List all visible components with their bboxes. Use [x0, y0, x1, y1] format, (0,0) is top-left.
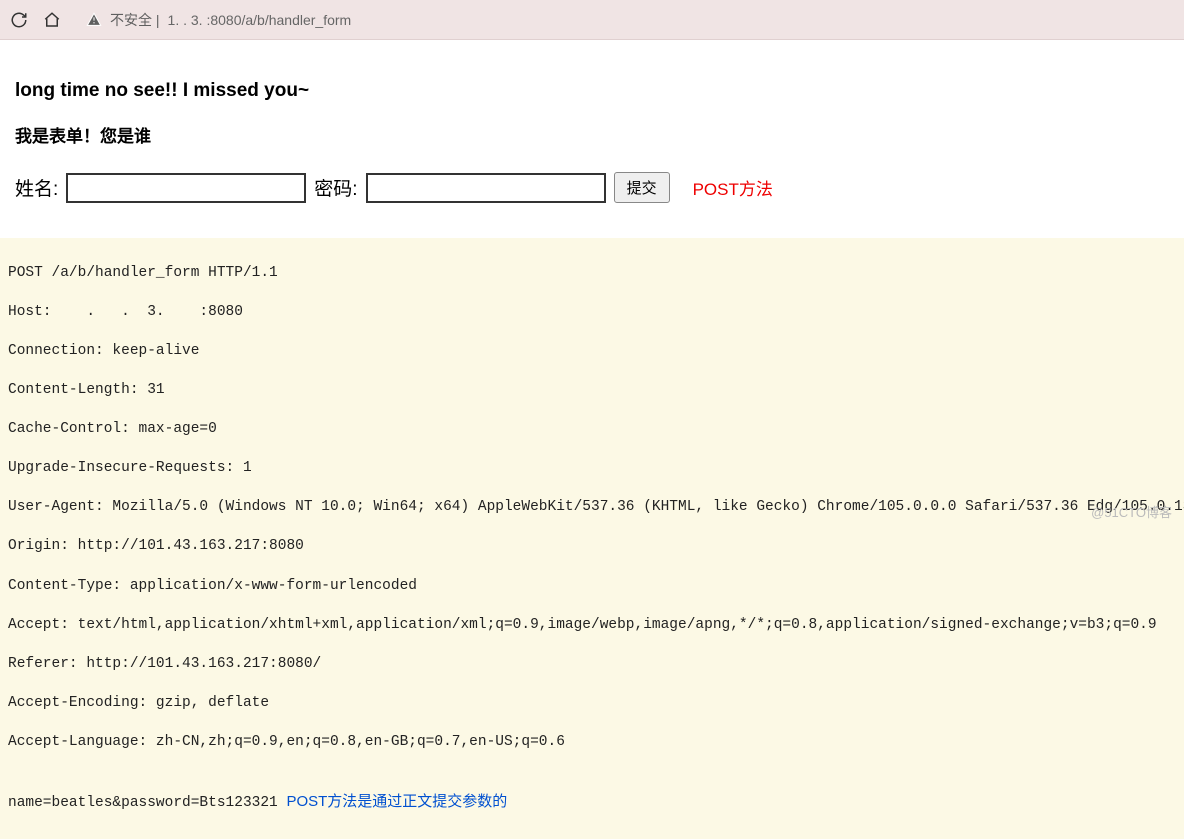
- name-input[interactable]: [66, 173, 306, 203]
- http-body-text: name=beatles&password=Bts123321: [8, 795, 278, 811]
- http-request-block: POST /a/b/handler_form HTTP/1.1 Host: . …: [0, 238, 1184, 839]
- http-line: Referer: http://101.43.163.217:8080/: [8, 655, 1176, 675]
- body-annotation: POST方法是通过正文提交参数的: [286, 793, 507, 810]
- page-content: long time no see!! I missed you~ 我是表单！您是…: [0, 40, 1184, 238]
- http-line: Accept: text/html,application/xhtml+xml,…: [8, 616, 1176, 636]
- url-text: 1. . 3. :8080/a/b/handler_form: [168, 12, 352, 28]
- http-line: Cache-Control: max-age=0: [8, 420, 1176, 440]
- post-annotation: POST方法: [693, 175, 773, 200]
- name-label: 姓名:: [15, 174, 58, 201]
- password-input[interactable]: [366, 173, 606, 203]
- home-icon[interactable]: [43, 11, 61, 29]
- http-line: User-Agent: Mozilla/5.0 (Windows NT 10.0…: [8, 498, 1176, 518]
- http-line: POST /a/b/handler_form HTTP/1.1: [8, 264, 1176, 284]
- browser-toolbar: 不安全 | 1. . 3. :8080/a/b/handler_form: [0, 0, 1184, 40]
- address-bar[interactable]: 不安全 | 1. . 3. :8080/a/b/handler_form: [76, 7, 671, 33]
- page-heading-2: 我是表单！您是谁: [15, 122, 1169, 147]
- http-line: Connection: keep-alive: [8, 342, 1176, 362]
- http-body-line: name=beatles&password=Bts123321 POST方法是通…: [8, 792, 1176, 814]
- http-line: Content-Type: application/x-www-form-url…: [8, 577, 1176, 597]
- http-line: Accept-Encoding: gzip, deflate: [8, 694, 1176, 714]
- submit-button[interactable]: 提交: [614, 172, 670, 203]
- http-line: Host: . . 3. :8080: [8, 303, 1176, 323]
- http-line: Upgrade-Insecure-Requests: 1: [8, 459, 1176, 479]
- refresh-icon[interactable]: [10, 11, 28, 29]
- form-row: 姓名: 密码: 提交 POST方法: [15, 172, 1169, 203]
- http-line: Origin: http://101.43.163.217:8080: [8, 537, 1176, 557]
- watermark: @51CTO博客: [1091, 502, 1172, 521]
- insecure-label: 不安全 |: [110, 10, 160, 30]
- http-line: Accept-Language: zh-CN,zh;q=0.9,en;q=0.8…: [8, 733, 1176, 753]
- warning-icon: [86, 12, 102, 28]
- password-label: 密码:: [314, 174, 357, 201]
- page-heading-1: long time no see!! I missed you~: [15, 80, 1169, 102]
- http-line: Content-Length: 31: [8, 381, 1176, 401]
